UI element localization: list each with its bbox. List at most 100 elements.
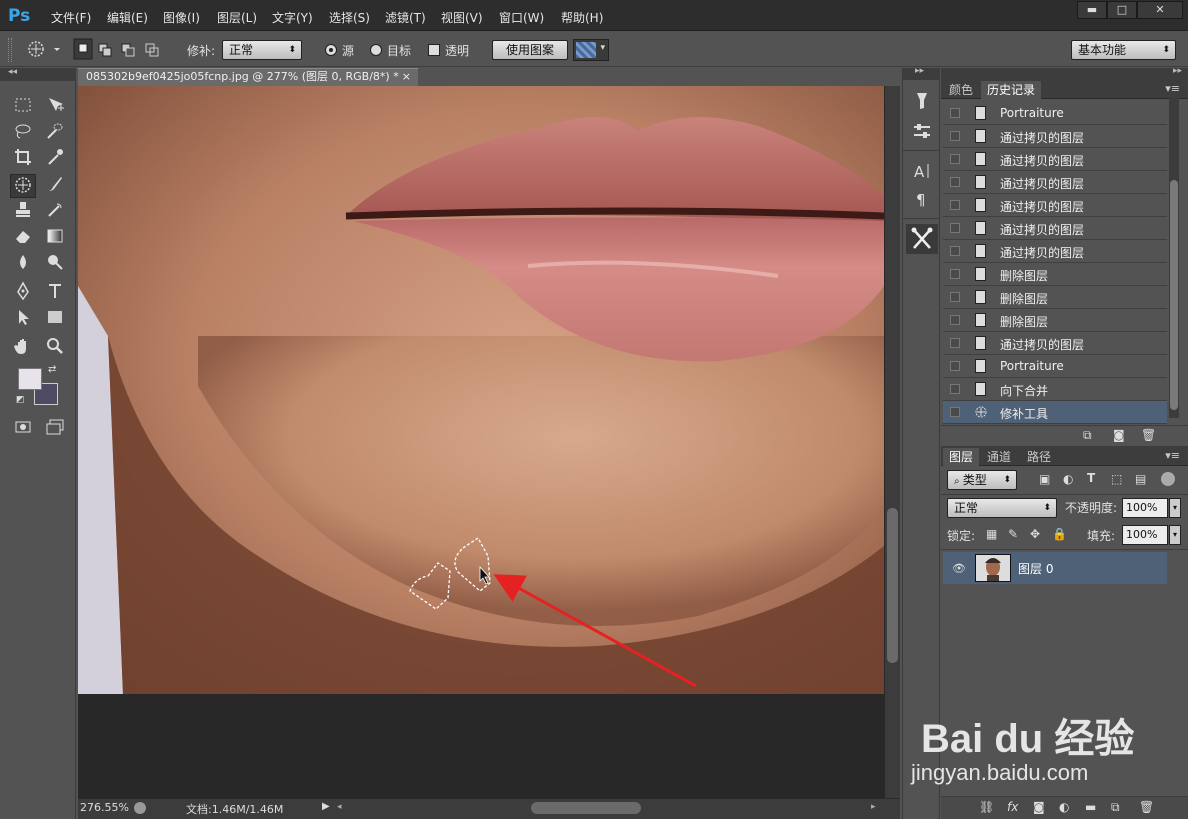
character-panel-icon[interactable]: A bbox=[911, 160, 933, 182]
history-source-checkbox[interactable] bbox=[950, 292, 960, 302]
filter-pixel-icon[interactable]: ▣ bbox=[1039, 472, 1050, 486]
properties-icon[interactable] bbox=[911, 120, 933, 142]
transparent-checkbox[interactable] bbox=[428, 44, 440, 56]
panel-menu-icon[interactable]: ▾≡ bbox=[1165, 449, 1180, 462]
tools-panel-header[interactable]: ◂◂ bbox=[0, 67, 76, 81]
brush-tool-icon[interactable] bbox=[42, 174, 68, 198]
history-source-checkbox[interactable] bbox=[950, 246, 960, 256]
history-item[interactable]: 通过拷贝的图层 bbox=[943, 194, 1167, 217]
history-item[interactable]: 删除图层 bbox=[943, 309, 1167, 332]
eye-icon[interactable]: 👁 bbox=[952, 562, 966, 575]
path-selection-tool-icon[interactable] bbox=[10, 307, 36, 331]
new-group-icon[interactable]: ▬ bbox=[1085, 800, 1096, 814]
close-tab-icon[interactable]: × bbox=[402, 69, 411, 85]
panel-menu-icon[interactable]: ▾≡ bbox=[1165, 82, 1180, 95]
target-radio[interactable] bbox=[370, 44, 382, 56]
zoom-tool-icon[interactable] bbox=[42, 336, 68, 360]
history-item[interactable]: 通过拷贝的图层 bbox=[943, 217, 1167, 240]
menu-window[interactable]: 窗口(W) bbox=[499, 9, 544, 26]
menu-edit[interactable]: 编辑(E) bbox=[107, 9, 148, 26]
dock-header[interactable]: ▸▸ bbox=[903, 66, 940, 80]
history-item[interactable]: 通过拷贝的图层 bbox=[943, 171, 1167, 194]
history-source-checkbox[interactable] bbox=[950, 223, 960, 233]
pen-tool-icon[interactable] bbox=[10, 281, 36, 305]
filter-adjustment-icon[interactable]: ◐ bbox=[1063, 472, 1073, 486]
layer-filter-select[interactable]: ⌕ 类型 ⬍ bbox=[947, 470, 1017, 490]
lock-all-icon[interactable]: 🔒 bbox=[1052, 527, 1067, 541]
tab-channels[interactable]: 通道 bbox=[981, 448, 1017, 466]
filter-toggle-icon[interactable] bbox=[1161, 472, 1175, 486]
menu-layer[interactable]: 图层(L) bbox=[217, 9, 257, 26]
history-source-checkbox[interactable] bbox=[950, 200, 960, 210]
vertical-scroll-thumb[interactable] bbox=[887, 508, 898, 663]
delete-state-icon[interactable]: 🗑 bbox=[1141, 428, 1156, 442]
minimize-button[interactable]: ▬ bbox=[1077, 1, 1107, 19]
quick-mask-icon[interactable] bbox=[10, 417, 36, 441]
blur-tool-icon[interactable] bbox=[10, 252, 36, 276]
fill-input[interactable]: 100% bbox=[1122, 525, 1168, 545]
add-mask-icon[interactable]: ◙ bbox=[1033, 800, 1045, 814]
history-source-checkbox[interactable] bbox=[950, 154, 960, 164]
history-source-checkbox[interactable] bbox=[950, 269, 960, 279]
use-pattern-button[interactable]: 使用图案 bbox=[492, 40, 568, 60]
filter-type-icon[interactable]: T bbox=[1087, 471, 1095, 485]
lock-position-icon[interactable]: ✥ bbox=[1030, 527, 1040, 541]
marquee-tool-icon[interactable] bbox=[10, 95, 36, 119]
history-source-checkbox[interactable] bbox=[950, 361, 960, 371]
patch-mode-select[interactable]: 正常 ⬍ bbox=[222, 40, 302, 60]
new-layer-icon[interactable]: ⧉ bbox=[1111, 800, 1120, 815]
lasso-tool-icon[interactable] bbox=[10, 121, 36, 145]
link-layers-icon[interactable]: ⛓ bbox=[979, 800, 994, 814]
history-item[interactable]: 通过拷贝的图层 bbox=[943, 125, 1167, 148]
scroll-left-icon[interactable]: ◂ bbox=[337, 802, 342, 812]
eraser-tool-icon[interactable] bbox=[10, 226, 36, 250]
move-tool-icon[interactable] bbox=[42, 95, 68, 119]
blend-mode-select[interactable]: 正常 ⬍ bbox=[947, 498, 1057, 518]
adjustment-layer-icon[interactable]: ◐ bbox=[1059, 800, 1069, 814]
new-snapshot-icon[interactable]: ◙ bbox=[1113, 428, 1125, 442]
document-tab[interactable]: 085302b9ef0425jo05fcnp.jpg @ 277% (图层 0,… bbox=[78, 68, 418, 86]
menu-image[interactable]: 图像(I) bbox=[163, 9, 200, 26]
patch-tool-icon[interactable] bbox=[10, 174, 36, 198]
tab-paths[interactable]: 路径 bbox=[1021, 448, 1057, 466]
horizontal-scroll-thumb[interactable] bbox=[531, 802, 641, 814]
history-source-checkbox[interactable] bbox=[950, 384, 960, 394]
menu-view[interactable]: 视图(V) bbox=[441, 9, 483, 26]
pattern-picker[interactable]: ▾ bbox=[573, 39, 609, 61]
rectangle-tool-icon[interactable] bbox=[42, 307, 68, 331]
history-item[interactable]: 删除图层 bbox=[943, 263, 1167, 286]
tool-presets-icon[interactable] bbox=[911, 90, 933, 112]
screen-mode-icon[interactable] bbox=[42, 417, 68, 441]
fill-dropdown-icon[interactable]: ▾ bbox=[1169, 525, 1181, 545]
zoom-readout[interactable]: 276.55% bbox=[80, 801, 129, 814]
menu-help[interactable]: 帮助(H) bbox=[561, 9, 603, 26]
menu-type[interactable]: 文字(Y) bbox=[272, 9, 313, 26]
new-document-from-state-icon[interactable]: ⧉ bbox=[1083, 428, 1092, 443]
hand-tool-icon[interactable] bbox=[10, 336, 36, 360]
history-item[interactable]: 通过拷贝的图层 bbox=[943, 148, 1167, 171]
history-item[interactable]: Portraiture bbox=[943, 102, 1167, 125]
history-item[interactable]: 删除图层 bbox=[943, 286, 1167, 309]
clone-stamp-tool-icon[interactable] bbox=[10, 200, 36, 224]
history-source-checkbox[interactable] bbox=[950, 131, 960, 141]
close-button[interactable]: ✕ bbox=[1137, 1, 1183, 19]
history-item[interactable]: 向下合并 bbox=[943, 378, 1167, 401]
history-source-checkbox[interactable] bbox=[950, 177, 960, 187]
options-grip[interactable] bbox=[8, 38, 12, 62]
history-item[interactable]: 通过拷贝的图层 bbox=[943, 240, 1167, 263]
tab-color[interactable]: 颜色 bbox=[943, 81, 979, 99]
workspace-select[interactable]: 基本功能 ⬍ bbox=[1071, 40, 1176, 60]
tools-presets-active-icon[interactable] bbox=[906, 224, 938, 254]
status-info-icon[interactable] bbox=[134, 802, 146, 814]
selection-mode-icons[interactable] bbox=[72, 37, 168, 61]
patch-tool-preset-icon[interactable] bbox=[24, 38, 64, 60]
history-item-current[interactable]: 修补工具 bbox=[943, 401, 1167, 424]
gradient-tool-icon[interactable] bbox=[42, 226, 68, 250]
tab-layers[interactable]: 图层 bbox=[943, 448, 980, 466]
eyedropper-tool-icon[interactable] bbox=[42, 147, 68, 171]
swap-colors-icon[interactable]: ⇄ bbox=[48, 364, 56, 375]
foreground-color-swatch[interactable] bbox=[18, 368, 42, 390]
history-source-checkbox[interactable] bbox=[950, 407, 960, 417]
history-source-checkbox[interactable] bbox=[950, 108, 960, 118]
lock-image-icon[interactable]: ✎ bbox=[1008, 527, 1018, 541]
